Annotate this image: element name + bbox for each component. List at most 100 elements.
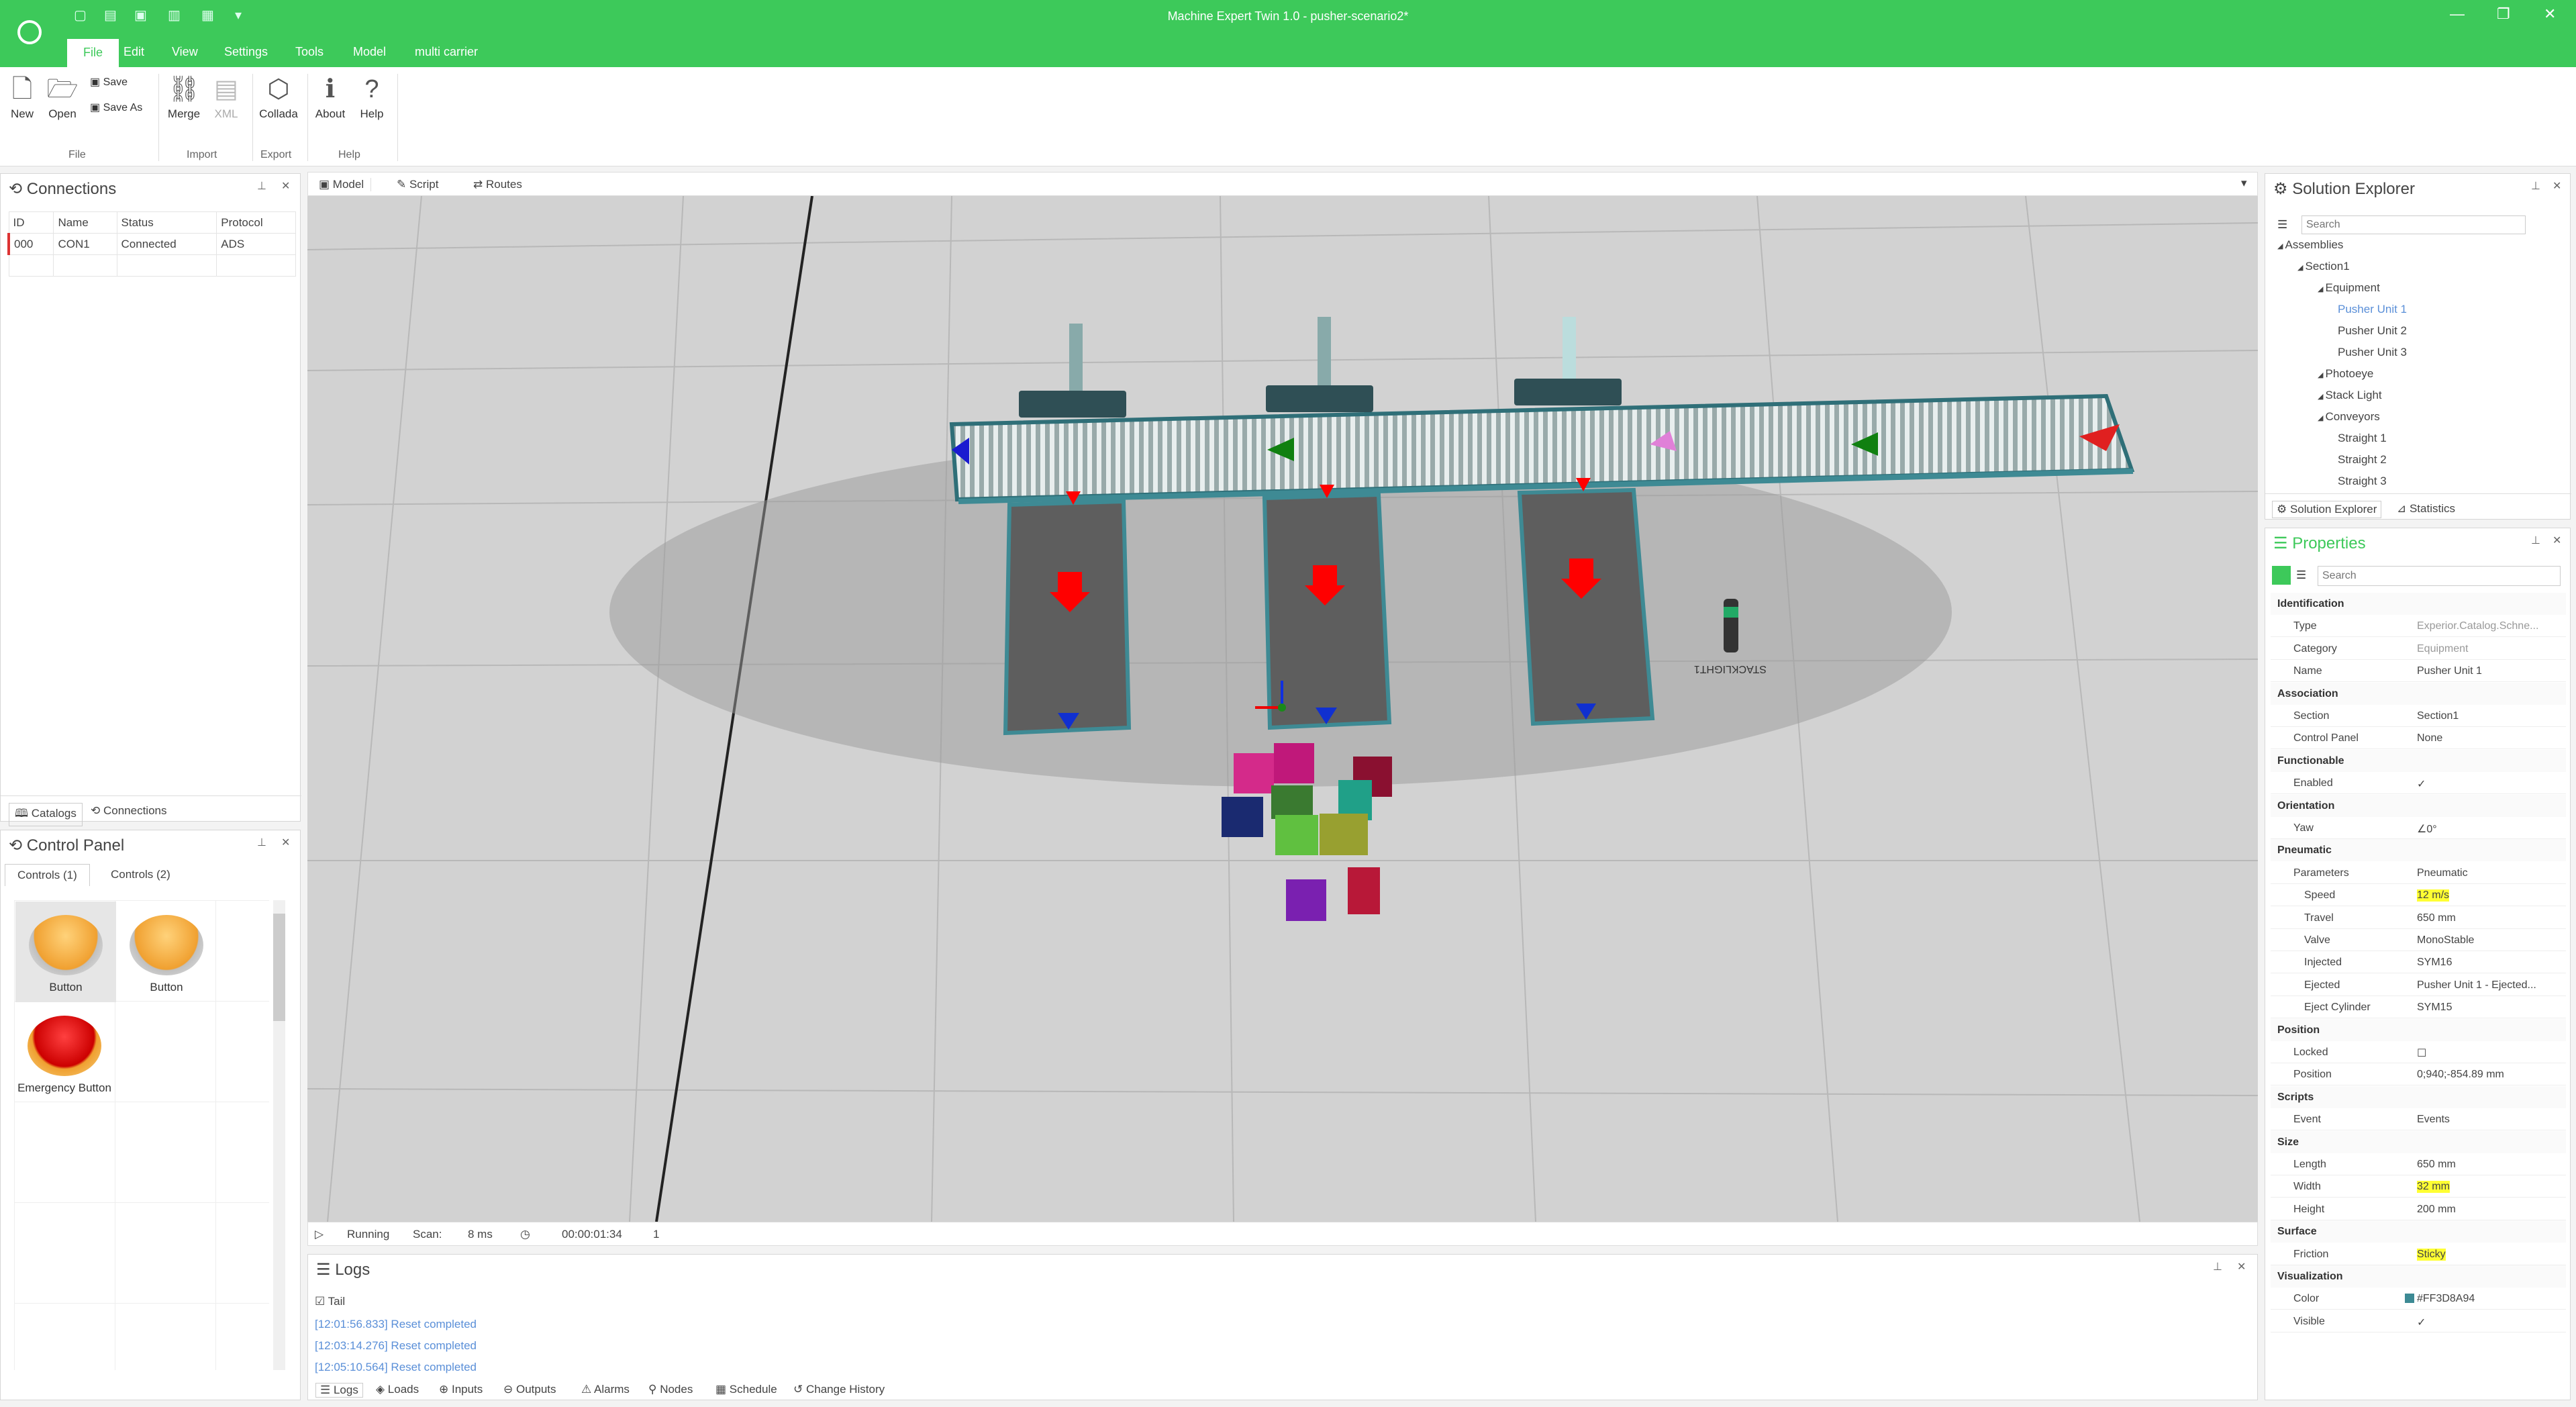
tab-logs[interactable]: ☰ Logs	[315, 1383, 363, 1398]
property-row[interactable]: Width 32 mm	[2271, 1175, 2566, 1198]
tree-item[interactable]: Pusher Unit 3	[2338, 346, 2407, 359]
tab-nodes[interactable]: ⚲ Nodes	[648, 1383, 693, 1396]
tree-item[interactable]: Straight 3	[2338, 475, 2387, 488]
tree-item[interactable]: Straight 1	[2338, 432, 2387, 445]
pin-icon[interactable]: ⊥	[2531, 179, 2540, 193]
close-panel-icon[interactable]: ✕	[281, 836, 290, 849]
property-row[interactable]: Type Experior.Catalog.Schne...	[2271, 615, 2566, 638]
xml-button[interactable]: ▤ XML	[209, 75, 243, 121]
property-category[interactable]: Functionable	[2271, 749, 2566, 772]
col-id[interactable]: ID	[8, 211, 54, 234]
property-row[interactable]: Section Section1	[2271, 705, 2566, 727]
property-row[interactable]: Travel 650 mm	[2271, 907, 2566, 929]
tree-expander-icon[interactable]: ◢	[2277, 242, 2285, 250]
new-button[interactable]: 🗋 New	[5, 75, 39, 121]
property-row[interactable]: Position 0;940;-854.89 mm	[2271, 1063, 2566, 1086]
tab-catalogs[interactable]: 🕮 Catalogs	[9, 803, 83, 826]
property-row[interactable]: Injected SYM16	[2271, 951, 2566, 974]
col-protocol[interactable]: Protocol	[216, 211, 296, 234]
play-icon[interactable]: ▷	[315, 1228, 324, 1241]
property-row[interactable]: Eject Cylinder SYM15	[2271, 996, 2566, 1019]
property-row[interactable]: Parameters Pneumatic	[2271, 862, 2566, 884]
tab-dropdown-icon[interactable]: ▾	[2241, 177, 2247, 190]
property-row[interactable]: Control Panel None	[2271, 727, 2566, 750]
menu-multi-carrier[interactable]: multi carrier	[415, 42, 478, 67]
pin-icon[interactable]: ⊥	[257, 179, 266, 193]
tab-alarms[interactable]: ⚠ Alarms	[581, 1383, 630, 1396]
filter-icon[interactable]: ☰	[2277, 218, 2287, 232]
control-emergency-button[interactable]: Emergency Button	[7, 1002, 121, 1103]
tab-controls-2[interactable]: Controls (2)	[111, 868, 170, 881]
menu-edit[interactable]: Edit	[123, 42, 144, 67]
close-panel-icon[interactable]: ✕	[281, 179, 290, 193]
property-row[interactable]: Friction Sticky	[2271, 1243, 2566, 1265]
belt-conveyors[interactable]	[1003, 487, 1655, 736]
property-category[interactable]: Association	[2271, 682, 2566, 705]
alphabetical-view-icon[interactable]: ☰	[2296, 569, 2306, 582]
property-row[interactable]: Color #FF3D8A94	[2271, 1288, 2566, 1310]
property-category[interactable]: Surface	[2271, 1220, 2566, 1243]
tree-expander-icon[interactable]: ◢	[2297, 264, 2306, 272]
solution-search-input[interactable]	[2301, 215, 2526, 234]
property-category[interactable]: Orientation	[2271, 794, 2566, 817]
minimize-icon[interactable]: —	[2450, 5, 2465, 23]
tree-expander-icon[interactable]: ◢	[2318, 371, 2326, 379]
col-status[interactable]: Status	[116, 211, 217, 234]
tree-expander-icon[interactable]: ◢	[2318, 285, 2326, 293]
tab-script[interactable]: ✎ Script	[397, 178, 438, 191]
save-button[interactable]: ▣ Save	[90, 75, 128, 89]
tab-model[interactable]: ▣ Model	[319, 178, 372, 191]
categorized-view-icon[interactable]	[2272, 566, 2291, 585]
tree-item[interactable]: ◢ Section1	[2297, 260, 2350, 273]
save-as-button[interactable]: ▣ Save As	[90, 101, 142, 114]
property-category[interactable]: Identification	[2271, 593, 2566, 615]
tree-item[interactable]: Pusher Unit 2	[2338, 324, 2407, 338]
menu-model[interactable]: Model	[353, 42, 386, 67]
tab-routes[interactable]: ⇄ Routes	[473, 178, 522, 191]
control-button-1[interactable]: Button	[15, 902, 116, 1002]
property-category[interactable]: Scripts	[2271, 1085, 2566, 1108]
col-name[interactable]: Name	[53, 211, 117, 234]
property-row[interactable]: Visible ✓	[2271, 1310, 2566, 1332]
property-row[interactable]: Event Events	[2271, 1108, 2566, 1131]
tree-item[interactable]: ◢ Stack Light	[2318, 389, 2382, 402]
tab-connections[interactable]: ⟲ Connections	[91, 804, 166, 818]
3d-viewport[interactable]: STACKLIGHT1	[307, 196, 2258, 1222]
maximize-icon[interactable]: ❐	[2497, 5, 2510, 23]
property-row[interactable]: Enabled ✓	[2271, 772, 2566, 795]
merge-button[interactable]: ⛓ Merge	[164, 75, 204, 121]
tail-checkbox[interactable]: ☑ Tail	[315, 1295, 345, 1308]
property-row[interactable]: Speed 12 m/s	[2271, 884, 2566, 907]
menu-file[interactable]: File	[67, 39, 119, 67]
control-panel-scrollbar[interactable]	[273, 900, 285, 1370]
property-category[interactable]: Position	[2271, 1018, 2566, 1041]
tab-controls-1[interactable]: Controls (1)	[5, 864, 90, 886]
table-row[interactable]: 000 CON1 Connected ADS	[7, 233, 296, 255]
property-row[interactable]: Category Equipment	[2271, 638, 2566, 660]
property-row[interactable]: Yaw ∠0°	[2271, 817, 2566, 839]
tab-schedule[interactable]: ▦ Schedule	[715, 1383, 777, 1396]
tree-expander-icon[interactable]: ◢	[2318, 414, 2326, 422]
pin-icon[interactable]: ⊥	[2531, 534, 2540, 547]
property-row[interactable]: Name Pusher Unit 1	[2271, 660, 2566, 683]
close-icon[interactable]: ✕	[2544, 5, 2556, 23]
tree-expander-icon[interactable]: ◢	[2318, 393, 2326, 401]
pin-icon[interactable]: ⊥	[2213, 1260, 2222, 1273]
tree-item[interactable]: ◢ Assemblies	[2277, 238, 2343, 252]
about-button[interactable]: ℹ About	[310, 75, 350, 121]
open-button[interactable]: 🗁 Open	[44, 75, 81, 121]
tab-solution-explorer[interactable]: ⚙ Solution Explorer	[2272, 501, 2382, 518]
tree-item[interactable]: ◢ Photoeye	[2318, 367, 2373, 381]
property-category[interactable]: Visualization	[2271, 1265, 2566, 1288]
close-panel-icon[interactable]: ✕	[2237, 1260, 2246, 1273]
help-button[interactable]: ? Help	[353, 75, 391, 121]
tab-inputs[interactable]: ⊕ Inputs	[439, 1383, 483, 1396]
tab-statistics[interactable]: ⊿ Statistics	[2397, 502, 2455, 516]
tab-outputs[interactable]: ⊖ Outputs	[503, 1383, 556, 1396]
tree-item[interactable]: Straight 2	[2338, 453, 2387, 467]
collada-button[interactable]: ⬡ Collada	[255, 75, 302, 121]
menu-view[interactable]: View	[172, 42, 198, 67]
property-row[interactable]: Height 200 mm	[2271, 1198, 2566, 1220]
property-category[interactable]: Pneumatic	[2271, 839, 2566, 862]
property-row[interactable]: Valve MonoStable	[2271, 929, 2566, 951]
